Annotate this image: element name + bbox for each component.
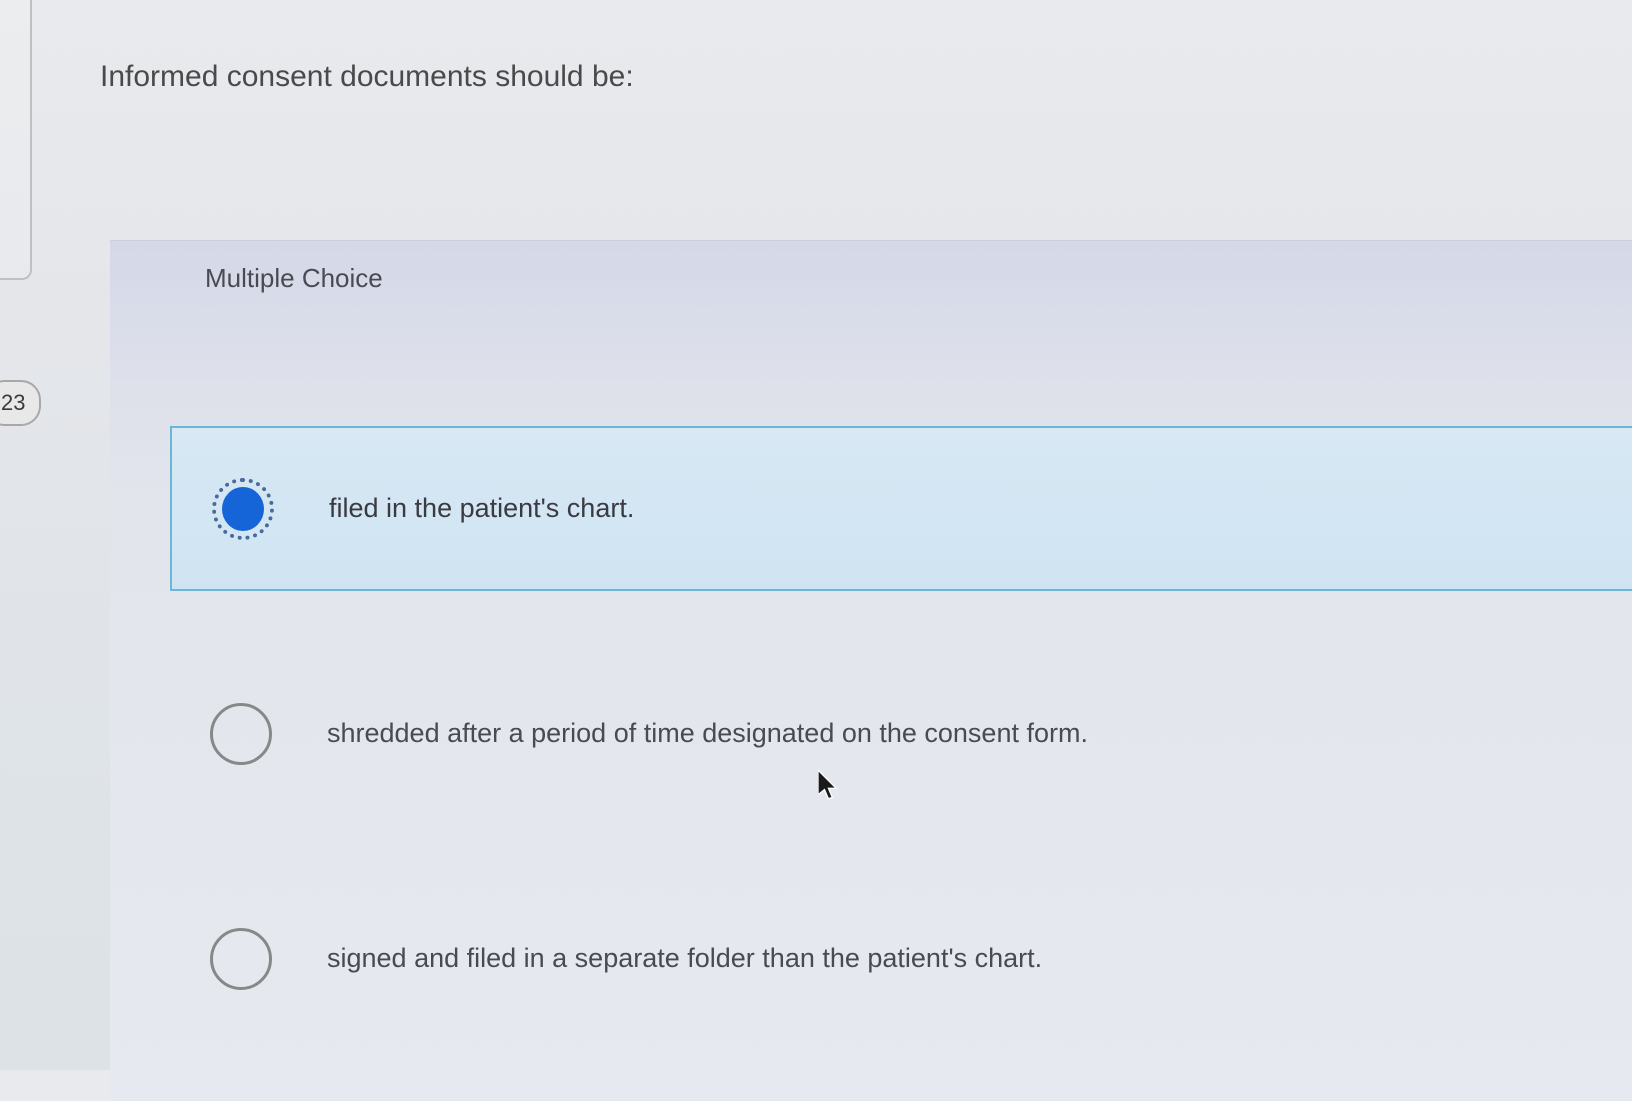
question-number-badge: 23 — [0, 380, 41, 426]
question-text: Informed consent documents should be: — [100, 60, 634, 94]
left-panel-edge — [0, 0, 32, 280]
question-type-label: Multiple Choice — [110, 241, 1632, 326]
radio-button-unselected[interactable] — [210, 928, 272, 990]
question-container: Multiple Choice filed in the patient's c… — [110, 240, 1632, 1101]
radio-button-selected[interactable] — [212, 478, 274, 540]
radio-button-unselected[interactable] — [210, 703, 272, 765]
option-row-3[interactable]: signed and filed in a separate folder th… — [170, 876, 1632, 1041]
options-area: filed in the patient's chart. shredded a… — [110, 326, 1632, 1041]
radio-fill-icon — [222, 487, 264, 531]
option-row-2[interactable]: shredded after a period of time designat… — [170, 651, 1632, 816]
option-row-1[interactable]: filed in the patient's chart. — [170, 426, 1632, 591]
option-label-1: filed in the patient's chart. — [329, 493, 634, 524]
option-label-2: shredded after a period of time designat… — [327, 718, 1088, 749]
option-label-3: signed and filed in a separate folder th… — [327, 943, 1042, 974]
